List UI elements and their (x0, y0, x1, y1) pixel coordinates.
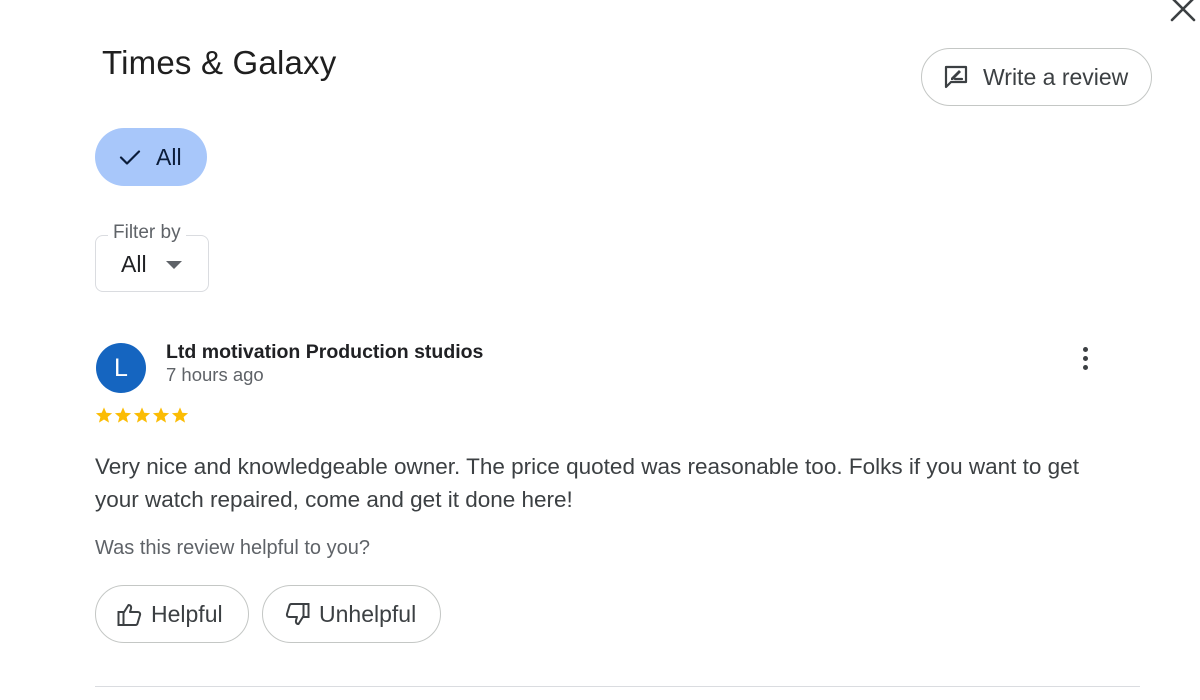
filter-legend: Filter by (108, 222, 186, 244)
avatar[interactable]: L (96, 343, 146, 393)
place-title: Times & Galaxy (102, 44, 337, 81)
review-text: Very nice and knowledgeable owner. The p… (95, 454, 1079, 512)
helpful-button[interactable]: Helpful (95, 585, 249, 643)
helpful-label: Helpful (151, 600, 223, 627)
close-icon (1170, 0, 1196, 22)
write-review-label: Write a review (983, 63, 1129, 90)
unhelpful-label: Unhelpful (319, 600, 417, 627)
close-button[interactable] (1166, 0, 1200, 26)
check-icon (117, 144, 143, 170)
star-icon (171, 407, 189, 423)
review-time: 7 hours ago (166, 364, 264, 385)
star-icon (152, 407, 170, 423)
chip-all[interactable]: All (95, 128, 207, 186)
caret-down-icon (166, 261, 182, 269)
star-icon (114, 407, 132, 423)
filter-selected-value: All (121, 251, 147, 277)
reviewer-name[interactable]: Ltd motivation Production studios (166, 341, 483, 364)
star-icon (95, 407, 113, 423)
unhelpful-button[interactable]: Unhelpful (262, 585, 441, 643)
write-review-button[interactable]: Write a review (921, 48, 1152, 106)
star-icon (133, 407, 151, 423)
rate-review-icon (942, 63, 970, 91)
divider (95, 686, 1140, 687)
chip-all-label: All (156, 143, 182, 170)
thumb-up-icon (116, 601, 143, 628)
helpful-question: Was this review helpful to you? (95, 537, 370, 559)
more-vert-icon (1082, 346, 1088, 352)
filter-dropdown[interactable]: Filter by All (95, 222, 209, 292)
star-rating (95, 406, 189, 424)
thumb-down-icon (284, 601, 311, 628)
more-vert-icon-dot (1082, 364, 1088, 370)
more-vert-icon-dot (1082, 355, 1088, 361)
more-options-button[interactable] (1070, 343, 1100, 373)
